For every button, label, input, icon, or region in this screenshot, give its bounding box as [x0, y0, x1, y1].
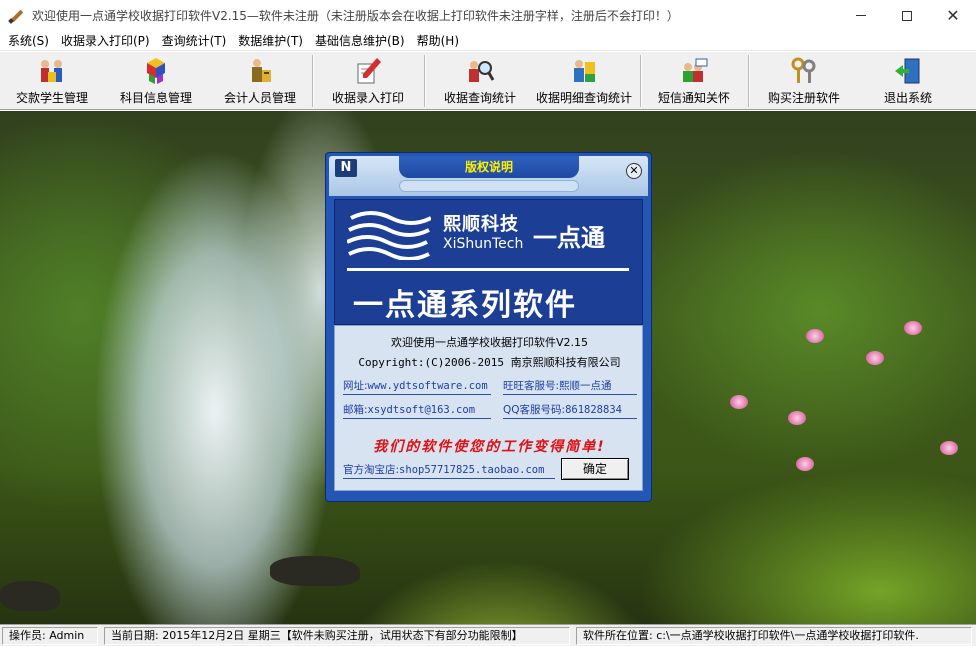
toolbar-separator	[748, 55, 750, 107]
subjects-button[interactable]: 科目信息管理	[112, 52, 200, 110]
menu-query-stats[interactable]: 查询统计(T)	[156, 31, 233, 51]
keys-icon	[791, 57, 816, 83]
status-path: 软件所在位置: c:\一点通学校收据打印软件\一点通学校收据打印软件.	[576, 627, 972, 645]
website-info[interactable]: 网址:www.ydtsoftware.com	[343, 378, 491, 395]
copyright-dialog: N 版权说明 ✕ 熙顺科技 XiShunTech 一点通 一点通系列软件 欢迎使…	[325, 152, 652, 502]
status-date: 当前日期: 2015年12月2日 星期三【软件未购买注册，试用状态下有部分功能限…	[104, 627, 570, 645]
buy-register-button[interactable]: 购买注册软件	[760, 52, 848, 110]
product-series: 一点通系列软件	[353, 288, 577, 323]
students-icon	[41, 60, 62, 82]
wallpaper-flower	[904, 321, 922, 335]
taobao-info[interactable]: 官方淘宝店:shop57717825.taobao.com	[343, 462, 555, 479]
maximize-icon	[902, 10, 912, 21]
brand-name-en: XiShunTech	[443, 236, 524, 252]
dialog-title-bar-decoration	[399, 180, 579, 192]
brand-waves-icon	[347, 211, 431, 260]
wallpaper-flower	[788, 411, 806, 425]
brand-banner: 熙顺科技 XiShunTech 一点通 一点通系列软件	[334, 199, 643, 325]
website-link[interactable]: www.ydtsoftware.com	[368, 380, 488, 392]
students-button[interactable]: 交款学生管理	[8, 52, 96, 110]
brand-name-cn: 熙顺科技	[443, 214, 519, 235]
slogan-text: 我们的软件使您的工作变得简单!	[373, 439, 606, 455]
menu-receipt-entry[interactable]: 收据录入打印(P)	[55, 31, 156, 51]
menu-help[interactable]: 帮助(H)	[411, 31, 465, 51]
minimize-button[interactable]	[838, 0, 884, 31]
welcome-text: 欢迎使用一点通学校收据打印软件V2.15	[390, 336, 589, 349]
toolbar-separator	[424, 55, 426, 107]
maximize-button[interactable]	[884, 0, 930, 31]
cubes-icon	[147, 58, 165, 84]
copyright-text: Copyright:(C)2006-2015 南京熙顺科技有限公司	[358, 356, 621, 369]
title-bar: 欢迎使用一点通学校收据打印软件V2.15—软件未注册（未注册版本会在收据上打印软…	[0, 0, 976, 31]
receipt-entry-button[interactable]: 收据录入打印	[324, 52, 412, 110]
receipt-detail-query-button[interactable]: 收据明细查询统计	[532, 52, 636, 110]
toolbar-separator	[312, 55, 314, 107]
status-bar: 操作员: Admin 当前日期: 2015年12月2日 星期三【软件未购买注册，…	[0, 624, 976, 646]
status-operator: 操作员: Admin	[2, 627, 98, 645]
qq-info[interactable]: QQ客服号码:861828834	[503, 402, 637, 419]
product-name: 一点通	[533, 224, 605, 252]
wallpaper-flower	[806, 329, 824, 343]
dialog-logo-icon: N	[335, 159, 357, 177]
wallpaper-flower	[940, 441, 958, 455]
magnifier-person-icon	[469, 61, 495, 82]
dialog-header: N 版权说明 ✕	[329, 156, 648, 196]
minimize-icon	[856, 15, 866, 16]
wallpaper-rock	[0, 581, 60, 611]
accountant-icon	[252, 59, 271, 82]
sms-users-icon	[683, 58, 708, 82]
wallpaper-flower	[730, 395, 748, 409]
detail-query-icon	[574, 60, 595, 82]
banner-divider	[347, 268, 629, 271]
exit-button[interactable]: 退出系统	[864, 52, 952, 110]
dialog-title: 版权说明	[399, 156, 579, 178]
menu-bar: 系统(S) 收据录入打印(P) 查询统计(T) 数据维护(T) 基础信息维护(B…	[0, 31, 976, 51]
window-title: 欢迎使用一点通学校收据打印软件V2.15—软件未注册（未注册版本会在收据上打印软…	[32, 9, 679, 23]
wallpaper-flower	[866, 351, 884, 365]
receipt-query-button[interactable]: 收据查询统计	[436, 52, 524, 110]
exit-door-icon	[895, 58, 920, 84]
menu-data-maintenance[interactable]: 数据维护(T)	[232, 31, 309, 51]
wallpaper-rock	[270, 556, 360, 586]
wallpaper-flower	[796, 457, 814, 471]
sms-button[interactable]: 短信通知关怀	[650, 52, 738, 110]
wangwang-info[interactable]: 旺旺客服号:熙顺一点通	[503, 378, 637, 395]
taobao-link[interactable]: shop57717825.taobao.com	[399, 464, 544, 476]
ok-button[interactable]: 确定	[561, 458, 629, 480]
menu-system[interactable]: 系统(S)	[2, 31, 55, 51]
toolbar: 交款学生管理 科目信息管理 会计人员管理 收据录入打印 收据查询统计 收据明细查…	[0, 52, 976, 110]
pen-paper-icon	[357, 58, 381, 84]
dialog-info-panel: 欢迎使用一点通学校收据打印软件V2.15 Copyright:(C)2006-2…	[334, 325, 643, 491]
toolbar-separator	[640, 55, 642, 107]
close-icon: ✕	[946, 5, 960, 25]
email-info[interactable]: 邮箱:xsydtsoft@163.com	[343, 402, 491, 419]
email-link[interactable]: xsydtsoft@163.com	[368, 404, 475, 416]
menu-basic-info[interactable]: 基础信息维护(B)	[309, 31, 411, 51]
close-button[interactable]: ✕	[930, 0, 976, 31]
app-pen-icon[interactable]	[8, 8, 24, 24]
dialog-close-button[interactable]: ✕	[626, 163, 642, 179]
accountants-button[interactable]: 会计人员管理	[216, 52, 304, 110]
